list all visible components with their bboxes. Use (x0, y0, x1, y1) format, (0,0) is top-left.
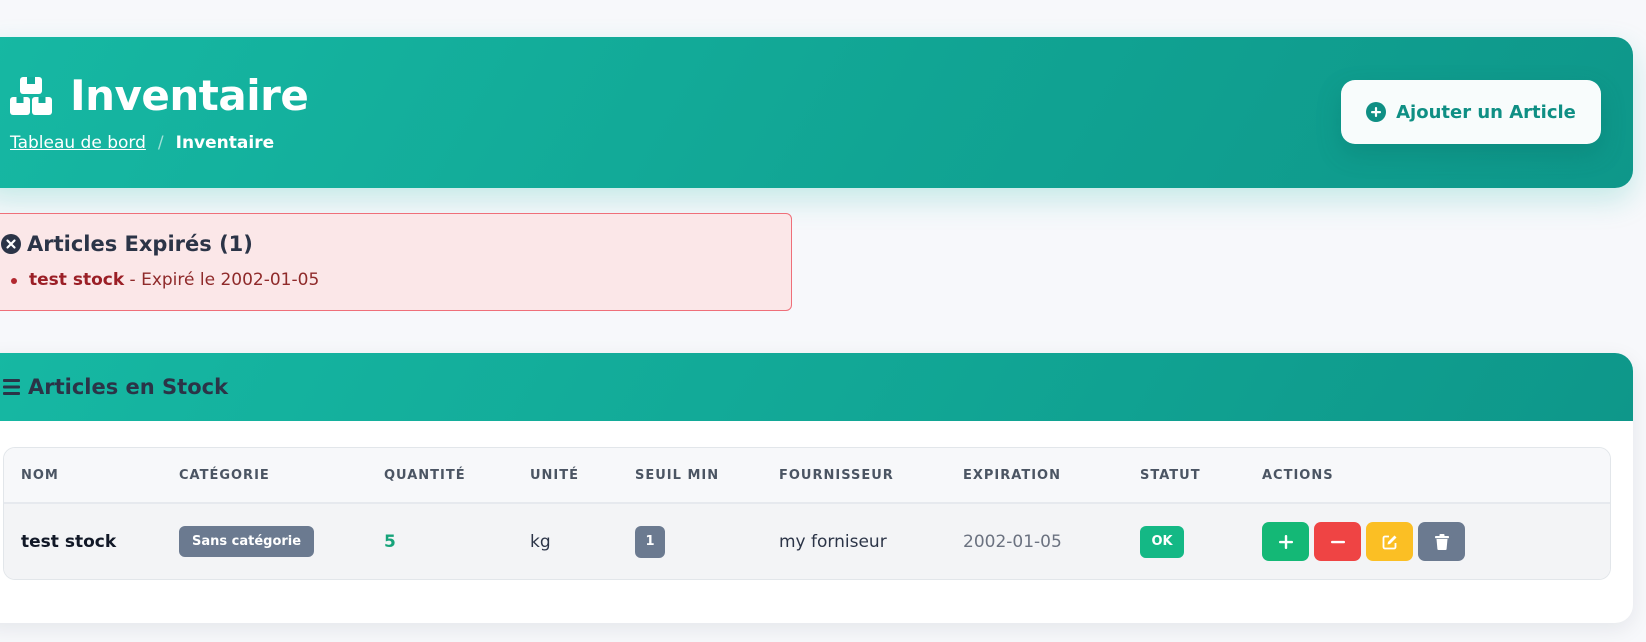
boxes-icon (10, 77, 52, 115)
table-header-row: NOM CATÉGORIE QUANTITÉ UNITÉ SEUIL MIN F… (4, 448, 1610, 503)
cell-supplier: my forniseur (779, 531, 887, 552)
quantity-value: 5 (384, 531, 396, 552)
column-header-actions: ACTIONS (1262, 467, 1334, 483)
edit-icon (1382, 535, 1396, 549)
x-circle-icon (1, 234, 21, 254)
cell-category: Sans catégorie (162, 503, 367, 579)
plus-icon (1278, 534, 1293, 549)
column-header-unit[interactable]: UNITÉ (513, 448, 618, 503)
expired-item-detail: - Expiré le 2002-01-05 (124, 270, 320, 290)
stock-table: NOM CATÉGORIE QUANTITÉ UNITÉ SEUIL MIN F… (3, 447, 1611, 580)
breadcrumb: Tableau de bord / Inventaire (10, 133, 274, 153)
add-article-button[interactable]: Ajouter un Article (1341, 80, 1601, 144)
minus-icon (1330, 540, 1345, 543)
list-icon (3, 379, 20, 395)
stock-card-title: Articles en Stock (28, 375, 229, 399)
column-header-min-threshold[interactable]: SEUIL MIN (618, 448, 762, 503)
trash-icon (1434, 533, 1449, 550)
stock-card-header: Articles en Stock (0, 353, 1633, 421)
expired-alert: Articles Expirés (1) test stock - Expiré… (0, 213, 792, 311)
category-badge: Sans catégorie (179, 526, 315, 557)
row-actions (1262, 522, 1610, 561)
page-title: Inventaire (70, 71, 309, 120)
list-item: test stock - Expiré le 2002-01-05 (11, 270, 319, 290)
decrease-stock-button[interactable] (1314, 522, 1361, 561)
delete-item-button[interactable] (1418, 522, 1465, 561)
cell-min-threshold: 1 (618, 503, 762, 579)
column-header-supplier[interactable]: FOURNISSEUR (762, 448, 946, 503)
expiration-value: 2002-01-05 (963, 531, 1062, 552)
stock-card: Articles en Stock NOM CATÉGORIE QUANTITÉ… (0, 353, 1633, 623)
expired-item-name: test stock (29, 270, 125, 290)
alert-title: Articles Expirés (1) (27, 232, 253, 256)
add-article-label: Ajouter un Article (1396, 101, 1576, 123)
column-header-quantity[interactable]: QUANTITÉ (367, 448, 513, 503)
alert-title-row: Articles Expirés (1) (1, 232, 253, 256)
cell-actions (1245, 503, 1610, 579)
column-header-status[interactable]: STATUT (1123, 448, 1245, 503)
breadcrumb-separator: / (157, 133, 164, 153)
table-row: test stock Sans catégorie 5 kg 1 my forn… (4, 503, 1610, 579)
plus-circle-icon (1366, 102, 1387, 122)
column-header-category[interactable]: CATÉGORIE (162, 448, 367, 503)
cell-status: OK (1123, 503, 1245, 579)
cell-quantity: 5 (367, 503, 513, 579)
edit-item-button[interactable] (1366, 522, 1413, 561)
cell-unit: kg (530, 531, 551, 552)
breadcrumb-home-link[interactable]: Tableau de bord (10, 133, 146, 153)
cell-expiration: 2002-01-05 (946, 503, 1123, 579)
column-header-expiration[interactable]: EXPIRATION (946, 448, 1123, 503)
page-header: Inventaire Tableau de bord / Inventaire … (0, 37, 1633, 188)
title-row: Inventaire (10, 71, 309, 120)
min-threshold-badge: 1 (635, 525, 665, 558)
cell-name: test stock (21, 531, 117, 552)
column-header-name[interactable]: NOM (4, 448, 162, 503)
status-badge: OK (1140, 525, 1184, 558)
breadcrumb-current: Inventaire (175, 133, 275, 153)
expired-items-list: test stock - Expiré le 2002-01-05 (11, 270, 319, 290)
increase-stock-button[interactable] (1262, 522, 1309, 561)
